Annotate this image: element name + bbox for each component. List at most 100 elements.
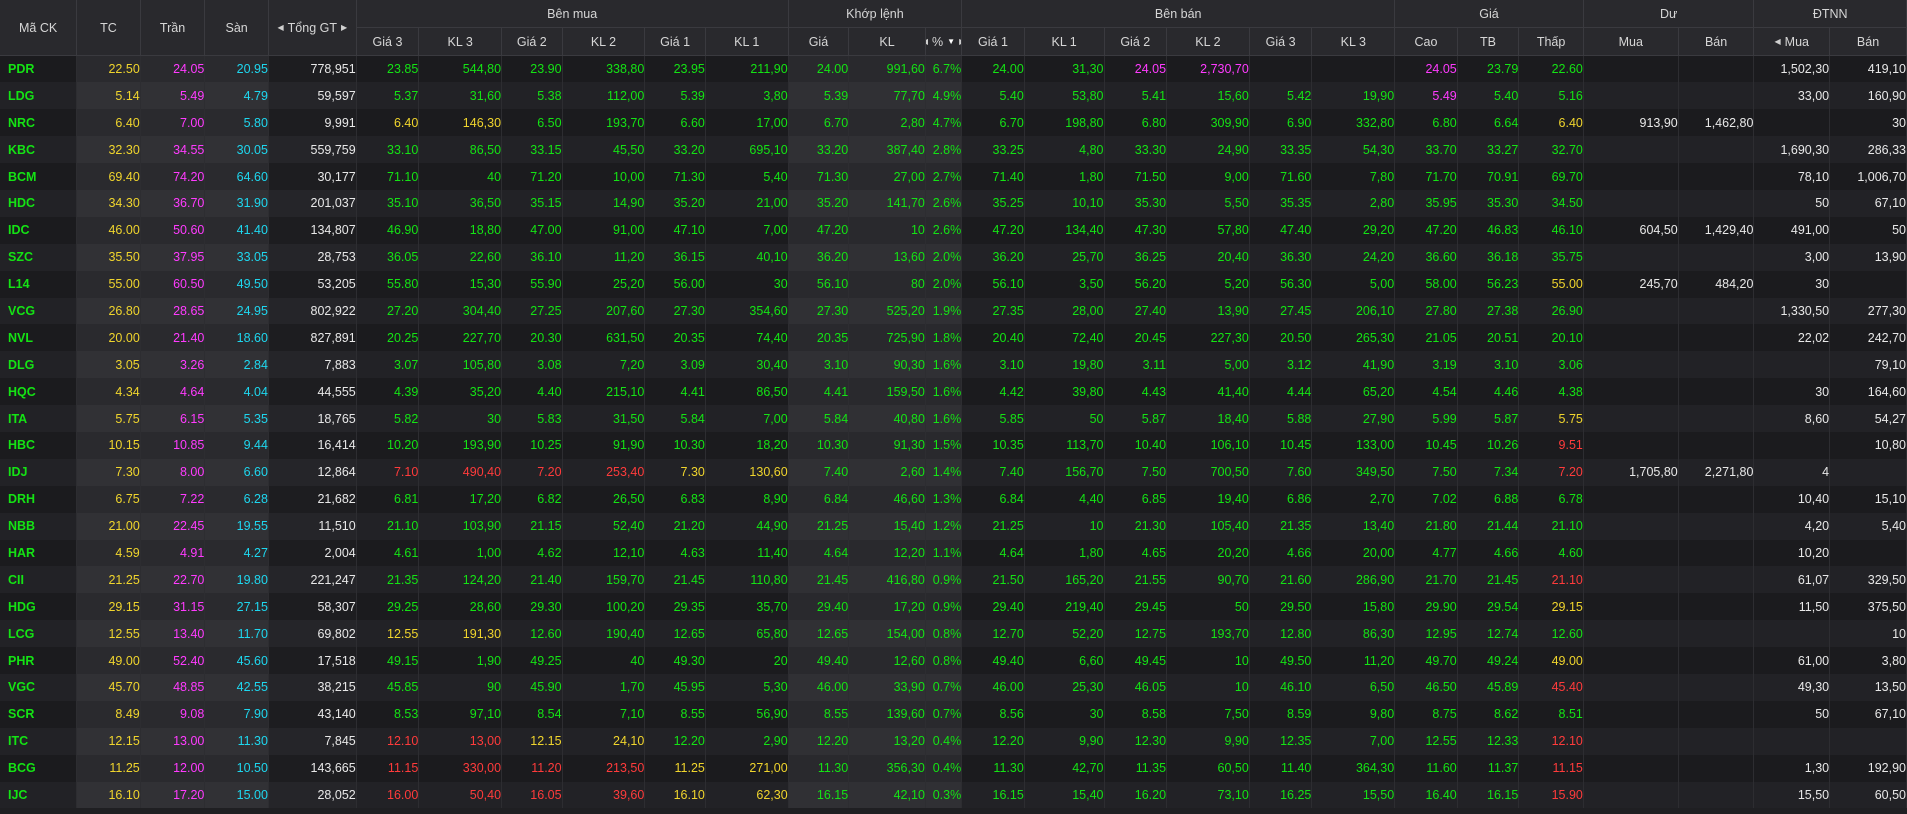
- data-cell: 7,80: [1311, 163, 1396, 190]
- col-sell-0[interactable]: Giá 1: [961, 27, 1025, 56]
- symbol-cell[interactable]: VGC: [0, 673, 78, 701]
- table-row[interactable]: NBB 21.00 22.45 19.55 11,510 21.10 103,90 21.15…: [0, 512, 1907, 540]
- symbol-cell[interactable]: HBC: [0, 431, 78, 459]
- foreign-prev-icon[interactable]: ◀: [1775, 37, 1781, 46]
- table-row[interactable]: SZC 35.50 37.95 33.05 28,753 36.05 22,60 36.10 1…: [0, 243, 1907, 271]
- data-cell: 22,60: [418, 243, 503, 271]
- table-row[interactable]: BCM 69.40 74.20 64.60 30,177 71.10 40 71.20 10,0…: [0, 163, 1907, 190]
- symbol-cell[interactable]: HQC: [0, 378, 78, 406]
- symbol-cell[interactable]: DRH: [0, 485, 78, 513]
- symbol-cell[interactable]: NVL: [0, 324, 78, 352]
- col-remain-1[interactable]: Bán: [1678, 27, 1755, 56]
- col-buy-4[interactable]: Giá 1: [644, 27, 706, 56]
- symbol-cell[interactable]: SCR: [0, 700, 78, 728]
- col-floor[interactable]: Sàn: [204, 0, 269, 56]
- table-row[interactable]: NRC 6.40 7.00 5.80 9,991 6.40 146,30 6.50 193,70…: [0, 109, 1907, 137]
- table-row[interactable]: IDC 46.00 50.60 41.40 134,807 46.90 18,80 47.00…: [0, 216, 1907, 244]
- data-cell: 4.77: [1394, 539, 1458, 567]
- data-cell: 79,10: [1829, 351, 1907, 379]
- table-row[interactable]: IJC 16.10 17.20 15.00 28,052 16.00 50,40 16.05 3…: [0, 781, 1907, 809]
- table-row[interactable]: HDG 29.15 31.15 27.15 58,307 29.25 28,60 29.30 1…: [0, 593, 1907, 621]
- table-row[interactable]: HAR 4.59 4.91 4.27 2,004 4.61 1,00 4.62 12,10 4.6…: [0, 539, 1907, 567]
- table-row[interactable]: HDC 34.30 36.70 31.90 201,037 35.10 36,50 35.15…: [0, 189, 1907, 217]
- symbol-cell[interactable]: KBC: [0, 136, 78, 164]
- table-row[interactable]: PDR 22.50 24.05 20.95 778,951 23.85 544,80 23.9…: [0, 55, 1907, 83]
- symbol-cell[interactable]: LCG: [0, 620, 78, 648]
- col-price-1[interactable]: TB: [1457, 27, 1520, 56]
- symbol-cell[interactable]: DLG: [0, 351, 78, 379]
- symbol-cell[interactable]: ITA: [0, 405, 78, 432]
- table-row[interactable]: ITA 5.75 6.15 5.35 18,765 5.82 30 5.83 31,50 5.84…: [0, 405, 1907, 432]
- scroll-right-icon[interactable]: ▶: [341, 23, 347, 32]
- col-buy-0[interactable]: Giá 3: [356, 27, 420, 56]
- col-remain-0[interactable]: Mua: [1583, 27, 1679, 56]
- col-buy-5[interactable]: KL 1: [705, 27, 789, 56]
- table-row[interactable]: KBC 32.30 34.55 30.05 559,759 33.10 86,50 33.15…: [0, 136, 1907, 164]
- symbol-cell[interactable]: BCG: [0, 754, 78, 782]
- col-symbol[interactable]: Mã CK: [0, 0, 78, 56]
- sort-desc-icon[interactable]: ▼: [947, 37, 955, 45]
- col-foreign-buy[interactable]: ◀ Mua: [1753, 27, 1831, 56]
- col-sell-2[interactable]: Giá 2: [1104, 27, 1168, 56]
- table-row[interactable]: BCG 11.25 12.00 10.50 143,665 11.15 330,00 11.2…: [0, 754, 1907, 782]
- symbol-cell[interactable]: NRC: [0, 109, 78, 137]
- col-ref[interactable]: TC: [76, 0, 141, 56]
- data-cell: 47.40: [1249, 216, 1313, 244]
- col-price-0[interactable]: Cao: [1394, 27, 1458, 56]
- col-match-price[interactable]: Giá: [788, 27, 850, 56]
- col-sell-5[interactable]: KL 3: [1311, 27, 1396, 56]
- col-buy-2[interactable]: Giá 2: [501, 27, 563, 56]
- col-buy-1[interactable]: KL 3: [418, 27, 503, 56]
- table-row[interactable]: CII 21.25 22.70 19.80 221,247 21.35 124,20 21.4…: [0, 566, 1907, 594]
- table-row[interactable]: ITC 12.15 13.00 11.30 7,845 12.10 13,00 12.15 24…: [0, 727, 1907, 755]
- data-cell: 12.70: [961, 620, 1025, 648]
- col-match-volume[interactable]: KL: [848, 27, 926, 56]
- symbol-cell[interactable]: BCM: [0, 163, 78, 190]
- table-row[interactable]: DLG 3.05 3.26 2.84 7,883 3.07 105,80 3.08 7,20 3.…: [0, 351, 1907, 379]
- table-row[interactable]: L14 55.00 60.50 49.50 53,205 55.80 15,30 55.90 2…: [0, 270, 1907, 298]
- data-cell: 19.55: [204, 512, 269, 540]
- symbol-cell[interactable]: HAR: [0, 539, 78, 567]
- table-row[interactable]: SCR 8.49 9.08 7.90 43,140 8.53 97,10 8.54 7,10 8.…: [0, 700, 1907, 728]
- table-row[interactable]: PHR 49.00 52.40 45.60 17,518 49.15 1,90 49.25 40…: [0, 647, 1907, 674]
- prev-col-icon[interactable]: ◀: [925, 37, 928, 46]
- col-price-2[interactable]: Thấp: [1518, 27, 1584, 56]
- table-row[interactable]: VCG 26.80 28.65 24.95 802,922 27.20 304,40 27.2…: [0, 297, 1907, 325]
- col-total[interactable]: ◀ Tổng GT ▶: [268, 0, 357, 56]
- symbol-cell[interactable]: HDG: [0, 593, 78, 621]
- data-cell: 30: [1753, 378, 1831, 406]
- table-row[interactable]: LDG 5.14 5.49 4.79 59,597 5.37 31,60 5.38 112,00…: [0, 82, 1907, 110]
- symbol-cell[interactable]: ITC: [0, 727, 78, 755]
- symbol-cell[interactable]: IJC: [0, 781, 78, 809]
- data-cell: 1,80: [1024, 539, 1105, 567]
- symbol-cell[interactable]: IDC: [0, 216, 78, 244]
- table-row[interactable]: IDJ 7.30 8.00 6.60 12,864 7.10 490,40 7.20 253,4…: [0, 458, 1907, 486]
- symbol-cell[interactable]: NBB: [0, 512, 78, 540]
- symbol-cell[interactable]: PDR: [0, 55, 78, 83]
- col-sell-1[interactable]: KL 1: [1024, 27, 1105, 56]
- table-row[interactable]: LCG 12.55 13.40 11.70 69,802 12.55 191,30 12.60…: [0, 620, 1907, 648]
- col-match-percent[interactable]: ◀%▼▶: [925, 27, 963, 56]
- symbol-cell[interactable]: L14: [0, 270, 78, 298]
- symbol-cell[interactable]: HDC: [0, 189, 78, 217]
- table-row[interactable]: NVL 20.00 21.40 18.60 827,891 20.25 227,70 20.3…: [0, 324, 1907, 352]
- data-cell: 165,20: [1024, 566, 1105, 594]
- table-row[interactable]: HQC 4.34 4.64 4.04 44,555 4.39 35,20 4.40 215,10…: [0, 378, 1907, 406]
- scroll-left-icon[interactable]: ◀: [278, 23, 284, 32]
- data-cell: 2.84: [204, 351, 269, 379]
- table-row[interactable]: HBC 10.15 10.85 9.44 16,414 10.20 193,90 10.25 9…: [0, 431, 1907, 459]
- symbol-cell[interactable]: SZC: [0, 243, 78, 271]
- col-sell-4[interactable]: Giá 3: [1249, 27, 1313, 56]
- symbol-cell[interactable]: VCG: [0, 297, 78, 325]
- col-sell-3[interactable]: KL 2: [1166, 27, 1250, 56]
- table-row[interactable]: DRH 6.75 7.22 6.28 21,682 6.81 17,20 6.82 26,50 6…: [0, 485, 1907, 513]
- symbol-cell[interactable]: LDG: [0, 82, 78, 110]
- col-foreign-sell[interactable]: Bán: [1829, 27, 1907, 56]
- symbol-cell[interactable]: IDJ: [0, 458, 78, 486]
- col-ceiling[interactable]: Trần: [140, 0, 206, 56]
- table-row[interactable]: VGC 45.70 48.85 42.55 38,215 45.85 90 45.90 1,70…: [0, 673, 1907, 701]
- col-buy-3[interactable]: KL 2: [562, 27, 646, 56]
- data-cell: [1678, 378, 1755, 406]
- symbol-cell[interactable]: CII: [0, 566, 78, 594]
- symbol-cell[interactable]: PHR: [0, 647, 78, 674]
